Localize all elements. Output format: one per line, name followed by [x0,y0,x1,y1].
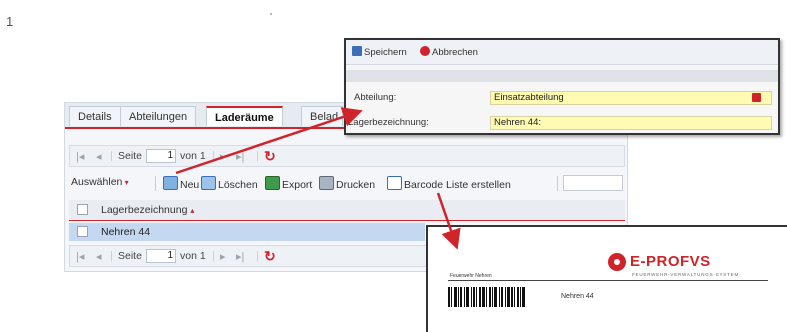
page-input[interactable]: 1 [146,149,176,163]
popup-toolbar: Speichern Abbrechen [346,40,778,65]
grid-toolbar: Auswählen ▾ Neu Löschen Export Drucken B… [69,174,625,194]
storage-input[interactable]: Nehren 44: [490,116,772,130]
storage-value: Nehren 44: [494,117,542,128]
row-name: Nehren 44 [101,226,151,238]
grid-header: Lagerbezeichnung ▴ [69,200,625,221]
logo-icon [608,253,626,271]
row-checkbox[interactable] [77,226,88,237]
last-page-icon[interactable]: ▸| [236,150,244,163]
refresh-icon[interactable]: ↻ [264,148,276,165]
barcode-label-preview: E-PROFVS FEUERWEHR-VERWALTUNGS-SYSTEM Fe… [426,225,787,332]
of-label: von 1 [180,150,206,162]
last-page-icon[interactable]: ▸| [236,250,244,263]
label-department: Feuerwehr Nehren [450,273,492,279]
decorative-dot [270,13,272,15]
cancel-label: Abbrechen [432,47,478,58]
first-page-icon[interactable]: |◂ [76,250,84,263]
delete-icon [201,176,216,190]
print-label: Drucken [336,179,376,191]
barcode-image [448,287,538,307]
refresh-icon[interactable]: ↻ [264,248,276,265]
export-button[interactable]: Export [265,176,312,191]
save-label: Speichern [364,47,407,58]
chevron-down-icon: ▾ [122,178,129,187]
page-number: 1 [6,14,14,29]
tab-laderaeume[interactable]: Laderäume [206,106,283,126]
first-page-icon[interactable]: |◂ [76,150,84,163]
save-icon [352,46,362,56]
export-label: Export [282,179,313,191]
cancel-button[interactable]: Abbrechen [420,46,478,58]
tab-beladung[interactable]: Belad [301,106,343,126]
new-label: Neu [180,179,200,191]
of-label: von 1 [180,250,206,262]
label-divider [448,280,768,281]
new-icon [163,176,178,190]
dropdown-arrow-icon[interactable] [752,93,761,102]
table-row[interactable]: Nehren 44 [69,223,425,241]
delete-label: Löschen [218,179,258,191]
next-page-icon[interactable]: ▸ [220,150,226,163]
export-icon [265,176,280,190]
department-value: Einsatzabteilung [494,92,564,103]
label-text: Nehren 44 [561,293,594,300]
delete-button[interactable]: Löschen [201,176,258,191]
logo-subtitle: FEUERWEHR-VERWALTUNGS-SYSTEM [632,272,739,277]
tab-abteilungen[interactable]: Abteilungen [120,106,197,126]
tab-details[interactable]: Details [69,106,121,126]
prev-page-icon[interactable]: ◂ [96,250,102,263]
sort-asc-icon: ▴ [190,206,195,215]
barcode-icon [387,176,402,190]
storage-label: Lagerbezeichnung: [348,117,429,128]
page-input[interactable]: 1 [146,249,176,263]
column-header-lagerbezeichnung[interactable]: Lagerbezeichnung ▴ [101,204,194,216]
edit-popup: Speichern Abbrechen Abteilung: Einsatzab… [344,38,780,135]
search-input[interactable] [563,175,623,191]
cancel-icon [420,46,430,56]
select-menu[interactable]: Auswählen ▾ [71,176,129,188]
logo-text: E-PROFVS [630,253,711,270]
select-label: Auswählen [71,176,123,188]
page-label: Seite [118,150,142,162]
barcode-list-button[interactable]: Barcode Liste erstellen [387,176,511,191]
department-label: Abteilung: [354,92,397,103]
select-all-checkbox[interactable] [77,204,88,215]
print-icon [319,176,334,190]
page-label: Seite [118,250,142,262]
department-select[interactable]: Einsatzabteilung [490,91,772,105]
pager-top: |◂ ◂ | Seite 1 von 1 | ▸ ▸| | ↻ [69,145,625,167]
next-page-icon[interactable]: ▸ [220,250,226,263]
column-header-label: Lagerbezeichnung [101,204,188,216]
barcode-list-label: Barcode Liste erstellen [404,179,511,191]
save-button[interactable]: Speichern [352,46,407,58]
new-button[interactable]: Neu [163,176,199,191]
print-button[interactable]: Drucken [319,176,375,191]
popup-band [346,70,778,82]
prev-page-icon[interactable]: ◂ [96,150,102,163]
